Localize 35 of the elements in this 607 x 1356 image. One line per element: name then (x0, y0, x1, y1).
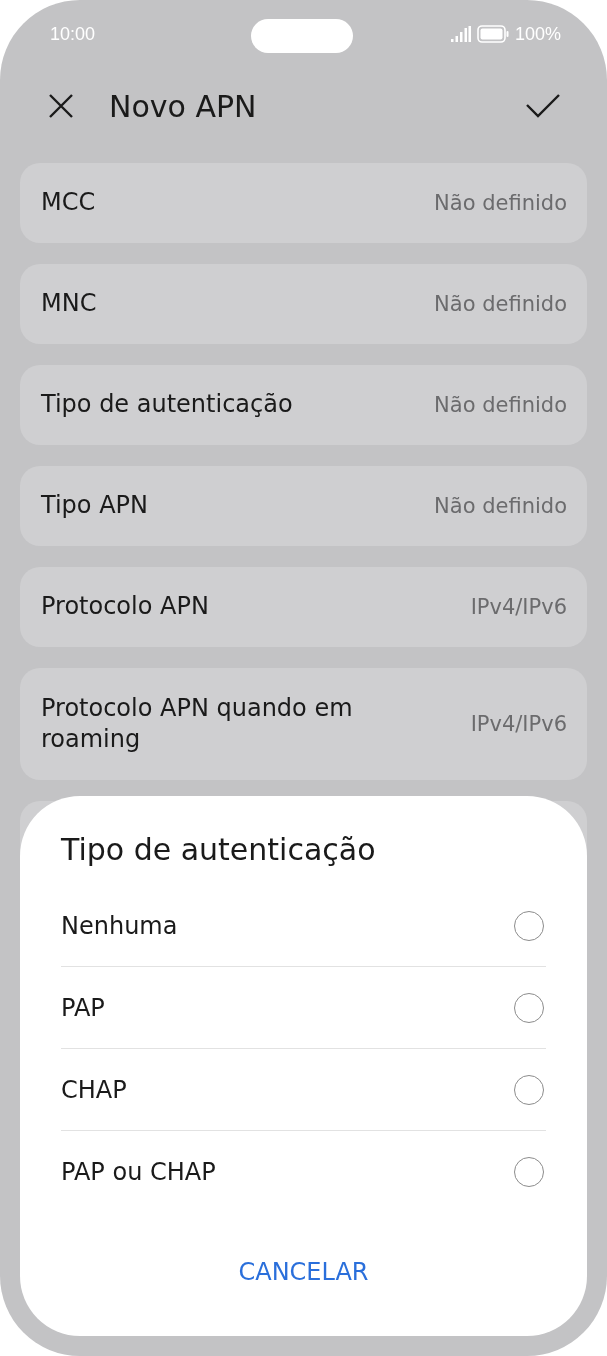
dialog-title: Tipo de autenticação (61, 832, 377, 867)
battery-level: 100% (514, 23, 561, 45)
option-row[interactable]: Nenhuma (61, 885, 546, 967)
setting-label: MCC (41, 187, 96, 219)
setting-label: Tipo de autenticação (41, 389, 293, 421)
option-label: CHAP (61, 1075, 127, 1104)
setting-label: Tipo APN (41, 490, 148, 522)
setting-row[interactable]: MNC Não definido (20, 264, 587, 344)
setting-row[interactable]: Tipo de autenticação Não definido (20, 365, 587, 445)
setting-value: IPv4/IPv6 (470, 595, 567, 619)
setting-label: Protocolo APN (41, 591, 209, 623)
page-title: Novo APN (109, 88, 258, 124)
option-row[interactable]: PAP ou CHAP (61, 1131, 546, 1212)
setting-row[interactable]: Protocolo APN IPv4/IPv6 (20, 567, 587, 647)
cancel-button[interactable]: CANCELAR (230, 1254, 377, 1290)
setting-label: MNC (41, 288, 97, 320)
battery-icon (476, 25, 509, 43)
setting-value: Não definido (434, 191, 567, 215)
option-label: PAP ou CHAP (61, 1157, 216, 1186)
setting-value: Não definido (434, 292, 567, 316)
setting-value: Não definido (434, 393, 567, 417)
setting-row[interactable]: Protocolo APN quando em roaming IPv4/IPv6 (20, 668, 587, 780)
setting-row[interactable]: Tipo APN Não definido (20, 466, 587, 546)
option-row[interactable]: PAP (61, 967, 546, 1049)
setting-value: IPv4/IPv6 (470, 712, 567, 736)
option-row[interactable]: CHAP (61, 1049, 546, 1131)
setting-value: Não definido (434, 494, 567, 518)
close-icon[interactable] (47, 92, 75, 120)
checkmark-icon[interactable] (525, 93, 561, 119)
status-time: 10:00 (50, 23, 96, 45)
setting-row[interactable]: MCC Não definido (20, 163, 587, 243)
option-label: PAP (61, 993, 105, 1022)
option-label: Nenhuma (61, 911, 178, 940)
setting-label: Protocolo APN quando em roaming (41, 692, 354, 755)
signal-icon (450, 26, 471, 42)
